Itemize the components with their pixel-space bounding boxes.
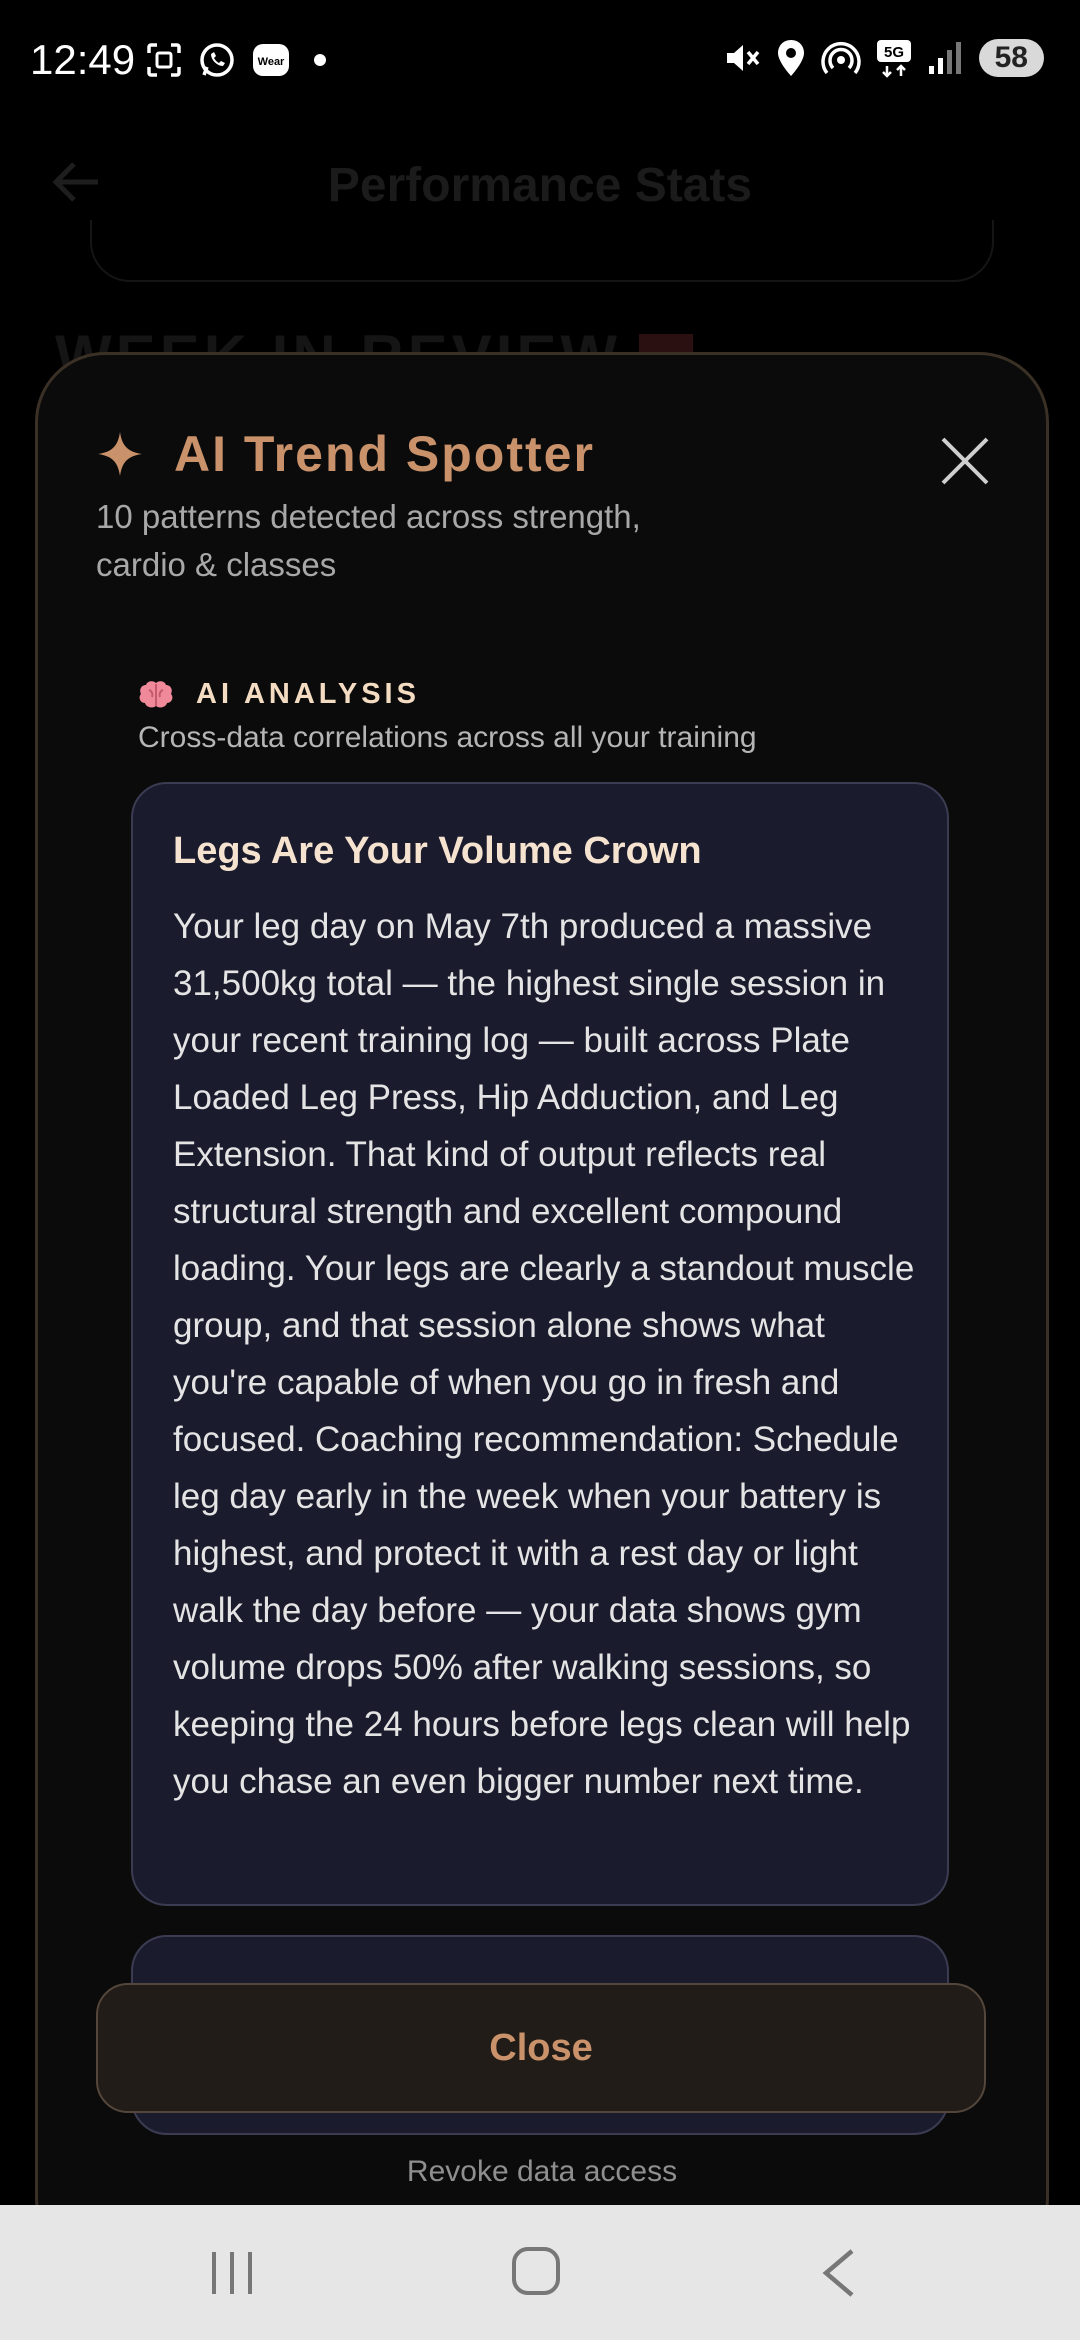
5g-icon: 5G xyxy=(876,40,911,78)
recent-apps-icon[interactable] xyxy=(208,2250,256,2296)
sheet-subtitle: 10 patterns detected across strength, ca… xyxy=(96,498,641,583)
network-label: 5G xyxy=(884,44,904,61)
underlay-card xyxy=(90,220,994,282)
back-icon[interactable] xyxy=(818,2247,858,2299)
ai-trend-spotter-sheet: AI Trend Spotter 10 patterns detected ac… xyxy=(35,352,1049,2268)
signal-icon xyxy=(928,42,961,74)
mute-icon xyxy=(726,45,759,71)
brain-icon xyxy=(139,680,173,707)
home-icon[interactable] xyxy=(510,2245,562,2297)
analysis-header: AI ANALYSIS xyxy=(138,678,420,711)
whatsapp-icon xyxy=(200,43,234,77)
close-button[interactable]: Close xyxy=(96,1983,986,2113)
location-icon xyxy=(777,40,804,76)
revoke-data-access-link[interactable]: Revoke data access xyxy=(38,2155,1046,2189)
close-icon[interactable] xyxy=(939,435,991,487)
status-bar: 12:49 Wear 5G 58 xyxy=(0,0,1080,120)
wear-label: Wear xyxy=(258,56,285,68)
navigation-bar xyxy=(0,2205,1080,2340)
page-title: Performance Stats xyxy=(327,159,753,212)
sheet-title-row: AI Trend Spotter xyxy=(96,425,595,483)
battery-indicator: 58 xyxy=(978,39,1044,77)
insight-title: Legs Are Your Volume Crown xyxy=(173,830,702,872)
status-time: 12:49 xyxy=(30,36,136,83)
dot-icon xyxy=(314,54,326,66)
analysis-subtitle: Cross-data correlations across all your … xyxy=(138,721,757,754)
hotspot-icon xyxy=(820,42,861,75)
screenshot-icon xyxy=(147,43,181,77)
sparkle-icon xyxy=(98,432,142,476)
status-left-icons: Wear xyxy=(145,40,335,80)
analysis-label: AI ANALYSIS xyxy=(196,678,420,710)
insight-card: Legs Are Your Volume Crown Your leg day … xyxy=(131,782,949,1906)
wear-icon: Wear xyxy=(253,44,289,76)
insight-body: Your leg day on May 7th produced a massi… xyxy=(173,907,915,1801)
sheet-title: AI Trend Spotter xyxy=(174,426,595,482)
status-right-icons: 5G 58 xyxy=(721,38,1044,78)
